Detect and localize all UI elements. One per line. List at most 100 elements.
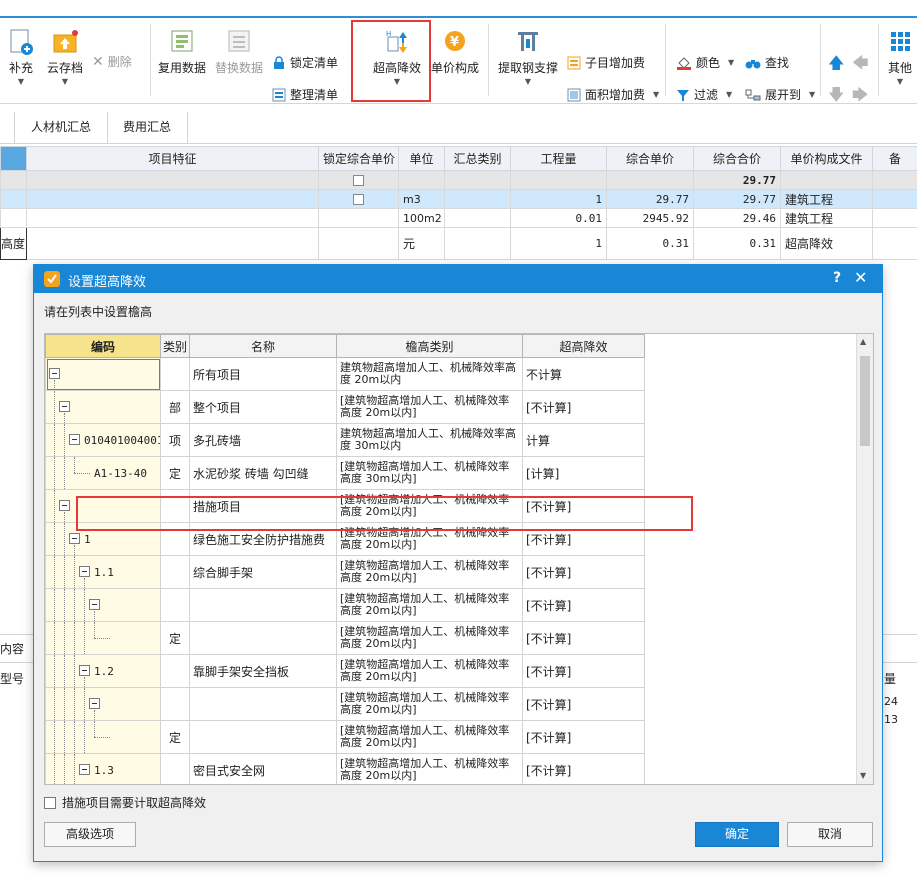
table-row[interactable]: 100m2 0.01 2945.92 29.46 建筑工程: [0, 208, 917, 228]
effect-cell[interactable]: [计算]: [522, 456, 645, 490]
scroll-down-icon[interactable]: ▼: [860, 771, 866, 780]
table-row[interactable]: 010401004001 项 多孔砖墙 建筑物超高增加人工、机械降效率高度 30…: [45, 423, 645, 457]
move-down-button[interactable]: 🡇: [828, 84, 844, 111]
table-row[interactable]: 部 整个项目 [建筑物超高增加人工、机械降效率 高度 20m以内] [不计算]: [45, 390, 645, 424]
eave-level-cell[interactable]: [建筑物超高增加人工、机械降效率 高度 20m以内]: [336, 621, 523, 655]
chevron-down-icon: ▼: [17, 77, 25, 86]
tab-labor-material-summary[interactable]: 人材机汇总: [14, 112, 109, 144]
table-row[interactable]: 1.1 综合脚手架 [建筑物超高增加人工、机械降效率 高度 20m以内] [不计…: [45, 555, 645, 589]
eave-level-cell[interactable]: [建筑物超高增加人工、机械降效率 高度 20m以内]: [336, 390, 523, 424]
measures-checkbox-row[interactable]: 措施项目需要计取超高降效: [44, 794, 206, 811]
eave-level-cell[interactable]: [建筑物超高增加人工、机械降效率 高度 30m以内]: [336, 456, 523, 490]
delete-button[interactable]: ✕ 删除: [92, 53, 132, 70]
table-row[interactable]: [建筑物超高增加人工、机械降效率 高度 20m以内] [不计算]: [45, 687, 645, 721]
tree-line: [94, 611, 95, 621]
ok-button[interactable]: 确定: [695, 822, 779, 847]
filter-button[interactable]: 过滤 ▼: [676, 86, 732, 103]
tree-cell[interactable]: [45, 621, 161, 655]
organize-list-button[interactable]: 整理清单: [272, 86, 338, 103]
collapse-toggle-icon[interactable]: [79, 665, 90, 676]
table-row[interactable]: 所有项目 建筑物超高增加人工、机械降效率高度 20m以内 不计算: [45, 357, 645, 391]
sub-item-add-button[interactable]: 子目增加费: [567, 54, 645, 71]
supplement-button[interactable]: 补充 ▼: [4, 28, 38, 86]
eave-level-cell[interactable]: [建筑物超高增加人工、机械降效率 高度 20m以内]: [336, 555, 523, 589]
tree-cell[interactable]: A1-13-40: [45, 456, 161, 490]
lock-price-checkbox[interactable]: [353, 194, 364, 205]
move-right-button[interactable]: 🡆: [852, 84, 869, 111]
effect-cell[interactable]: [不计算]: [522, 687, 645, 721]
tree-line: [64, 754, 65, 784]
unit-price-button[interactable]: ¥ 单价构成: [430, 28, 480, 76]
effect-cell[interactable]: [不计算]: [522, 588, 645, 622]
tree-cell[interactable]: [45, 588, 161, 622]
collapse-toggle-icon[interactable]: [89, 698, 100, 709]
eave-level-cell[interactable]: [建筑物超高增加人工、机械降效率 高度 20m以内]: [336, 720, 523, 754]
tree-cell[interactable]: [45, 390, 161, 424]
eave-level-cell[interactable]: [建筑物超高增加人工、机械降效率 高度 20m以内]: [336, 753, 523, 784]
table-row[interactable]: 29.77: [0, 170, 917, 190]
table-row[interactable]: 定 [建筑物超高增加人工、机械降效率 高度 20m以内] [不计算]: [45, 720, 645, 754]
tree-cell[interactable]: 010401004001: [45, 423, 161, 457]
collapse-toggle-icon[interactable]: [79, 764, 90, 775]
color-button[interactable]: 颜色 ▼: [676, 54, 734, 71]
area-add-button[interactable]: 面积增加费 ▼: [567, 86, 659, 103]
effect-cell[interactable]: [不计算]: [522, 654, 645, 688]
table-row[interactable]: 定 [建筑物超高增加人工、机械降效率 高度 20m以内] [不计算]: [45, 621, 645, 655]
collapse-toggle-icon[interactable]: [69, 434, 80, 445]
advanced-options-button[interactable]: 高级选项: [44, 822, 136, 847]
tree-line: [94, 710, 95, 720]
effect-cell[interactable]: 不计算: [522, 357, 645, 391]
lock-price-checkbox[interactable]: [353, 175, 364, 186]
collapse-toggle-icon[interactable]: [59, 401, 70, 412]
move-up-button[interactable]: 🡅: [828, 52, 844, 79]
effect-cell[interactable]: 计算: [522, 423, 645, 457]
effect-cell[interactable]: [不计算]: [522, 720, 645, 754]
tree-cell[interactable]: [45, 687, 161, 721]
table-row[interactable]: [建筑物超高增加人工、机械降效率 高度 20m以内] [不计算]: [45, 588, 645, 622]
eave-level-cell[interactable]: 建筑物超高增加人工、机械降效率高度 20m以内: [336, 357, 523, 391]
collapse-toggle-icon[interactable]: [49, 368, 60, 379]
extract-steel-button[interactable]: 提取钢支撑 ▼: [496, 28, 560, 86]
col-total-price: 综合合价: [693, 146, 781, 171]
eave-level-cell[interactable]: [建筑物超高增加人工、机械降效率 高度 20m以内]: [336, 588, 523, 622]
expand-to-button[interactable]: 展开到 ▼: [745, 86, 815, 103]
scrollbar-thumb[interactable]: [860, 356, 870, 446]
tab-cost-summary[interactable]: 费用汇总: [107, 112, 189, 144]
help-icon[interactable]: ?: [833, 270, 841, 286]
replace-data-button[interactable]: 替换数据: [212, 28, 266, 76]
effect-cell[interactable]: [不计算]: [522, 555, 645, 589]
table-row[interactable]: m3 1 29.77 29.77 建筑工程: [0, 189, 917, 209]
tree-cell[interactable]: 1.3: [45, 753, 161, 784]
tree-cell[interactable]: 1.2: [45, 654, 161, 688]
eave-level-cell[interactable]: 建筑物超高增加人工、机械降效率高度 30m以内: [336, 423, 523, 457]
close-icon[interactable]: ✕: [854, 268, 867, 287]
eave-level-cell[interactable]: [建筑物超高增加人工、机械降效率 高度 20m以内]: [336, 687, 523, 721]
tree-cell[interactable]: [45, 720, 161, 754]
search-button[interactable]: 查找: [745, 54, 789, 71]
collapse-toggle-icon[interactable]: [59, 500, 70, 511]
move-left-button[interactable]: 🡄: [852, 52, 869, 79]
other-button[interactable]: 其他 ▼: [884, 28, 916, 86]
tree-cell[interactable]: [45, 357, 161, 391]
scroll-up-icon[interactable]: ▲: [860, 337, 866, 346]
cloud-save-button[interactable]: 云存档 ▼: [44, 28, 86, 86]
measures-checkbox[interactable]: [44, 796, 56, 809]
eave-level-cell[interactable]: [建筑物超高增加人工、机械降效率 高度 20m以内]: [336, 654, 523, 688]
col-code: 编码: [45, 334, 161, 358]
tree-cell[interactable]: 1.1: [45, 555, 161, 589]
effect-cell[interactable]: [不计算]: [522, 621, 645, 655]
lock-list-button[interactable]: 锁定清单: [272, 54, 338, 71]
collapse-toggle-icon[interactable]: [69, 533, 80, 544]
table-row[interactable]: A1-13-40 定 水泥砂浆 砖墙 勾凹缝 [建筑物超高增加人工、机械降效率 …: [45, 456, 645, 490]
lower-tab-content[interactable]: 内容: [0, 640, 24, 657]
table-row[interactable]: 高度 元 1 0.31 0.31 超高降效: [0, 227, 917, 260]
effect-cell[interactable]: [不计算]: [522, 390, 645, 424]
effect-cell[interactable]: [不计算]: [522, 753, 645, 784]
collapse-toggle-icon[interactable]: [89, 599, 100, 610]
reuse-data-button[interactable]: 复用数据: [156, 28, 208, 76]
collapse-toggle-icon[interactable]: [79, 566, 90, 577]
table-row[interactable]: 1.3 密目式安全网 [建筑物超高增加人工、机械降效率 高度 20m以内] [不…: [45, 753, 645, 784]
vertical-scrollbar[interactable]: ▲ ▼: [856, 334, 873, 784]
table-row[interactable]: 1.2 靠脚手架安全挡板 [建筑物超高增加人工、机械降效率 高度 20m以内] …: [45, 654, 645, 688]
cancel-button[interactable]: 取消: [787, 822, 873, 847]
